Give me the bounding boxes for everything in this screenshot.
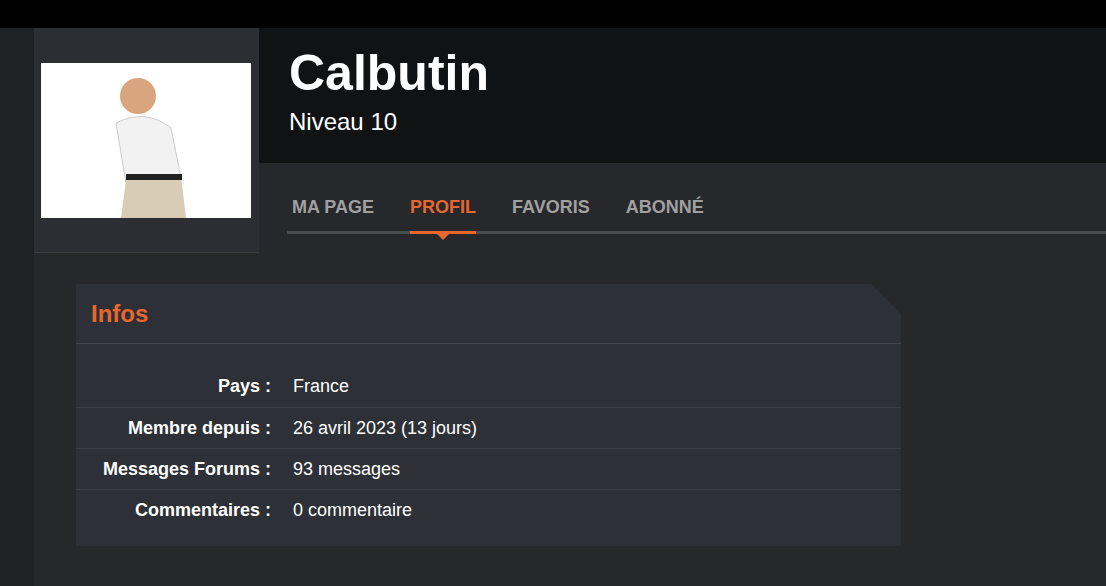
username: Calbutin: [289, 48, 1106, 98]
person-icon: [86, 68, 206, 218]
tab-bar: MA PAGE PROFIL FAVORIS ABONNÉ: [287, 163, 1106, 234]
info-value: 93 messages: [271, 456, 400, 483]
info-row: Commentaires :0 commentaire: [76, 489, 901, 530]
top-bar: [0, 0, 1106, 28]
avatar-panel: [34, 28, 259, 253]
tab[interactable]: PROFIL: [410, 163, 476, 231]
info-list: Pays :FranceMembre depuis :26 avril 2023…: [76, 344, 901, 546]
card-title: Infos: [91, 296, 148, 332]
infos-card: Infos Pays :FranceMembre depuis :26 avri…: [76, 284, 901, 546]
info-label: Commentaires :: [76, 497, 271, 524]
info-row: Pays :France: [76, 366, 901, 407]
tab[interactable]: ABONNÉ: [626, 163, 704, 231]
info-row: Membre depuis :26 avril 2023 (13 jours): [76, 407, 901, 448]
info-value: 0 commentaire: [271, 497, 412, 524]
profile-header: Calbutin Niveau 10: [259, 28, 1106, 163]
info-label: Membre depuis :: [76, 415, 271, 442]
info-row: Messages Forums :93 messages: [76, 448, 901, 489]
profile-page: Calbutin Niveau 10 MA PAGE PROFIL FAVORIS A…: [34, 28, 1106, 586]
avatar-image: [41, 63, 251, 218]
info-label: Messages Forums :: [76, 456, 271, 483]
info-value: France: [271, 373, 349, 400]
tab-pointer-icon: [437, 234, 449, 240]
info-label: Pays :: [76, 373, 271, 400]
info-value: 26 avril 2023 (13 jours): [271, 415, 477, 442]
tab[interactable]: MA PAGE: [292, 163, 374, 231]
tab[interactable]: FAVORIS: [512, 163, 590, 231]
user-level: Niveau 10: [289, 108, 1106, 137]
